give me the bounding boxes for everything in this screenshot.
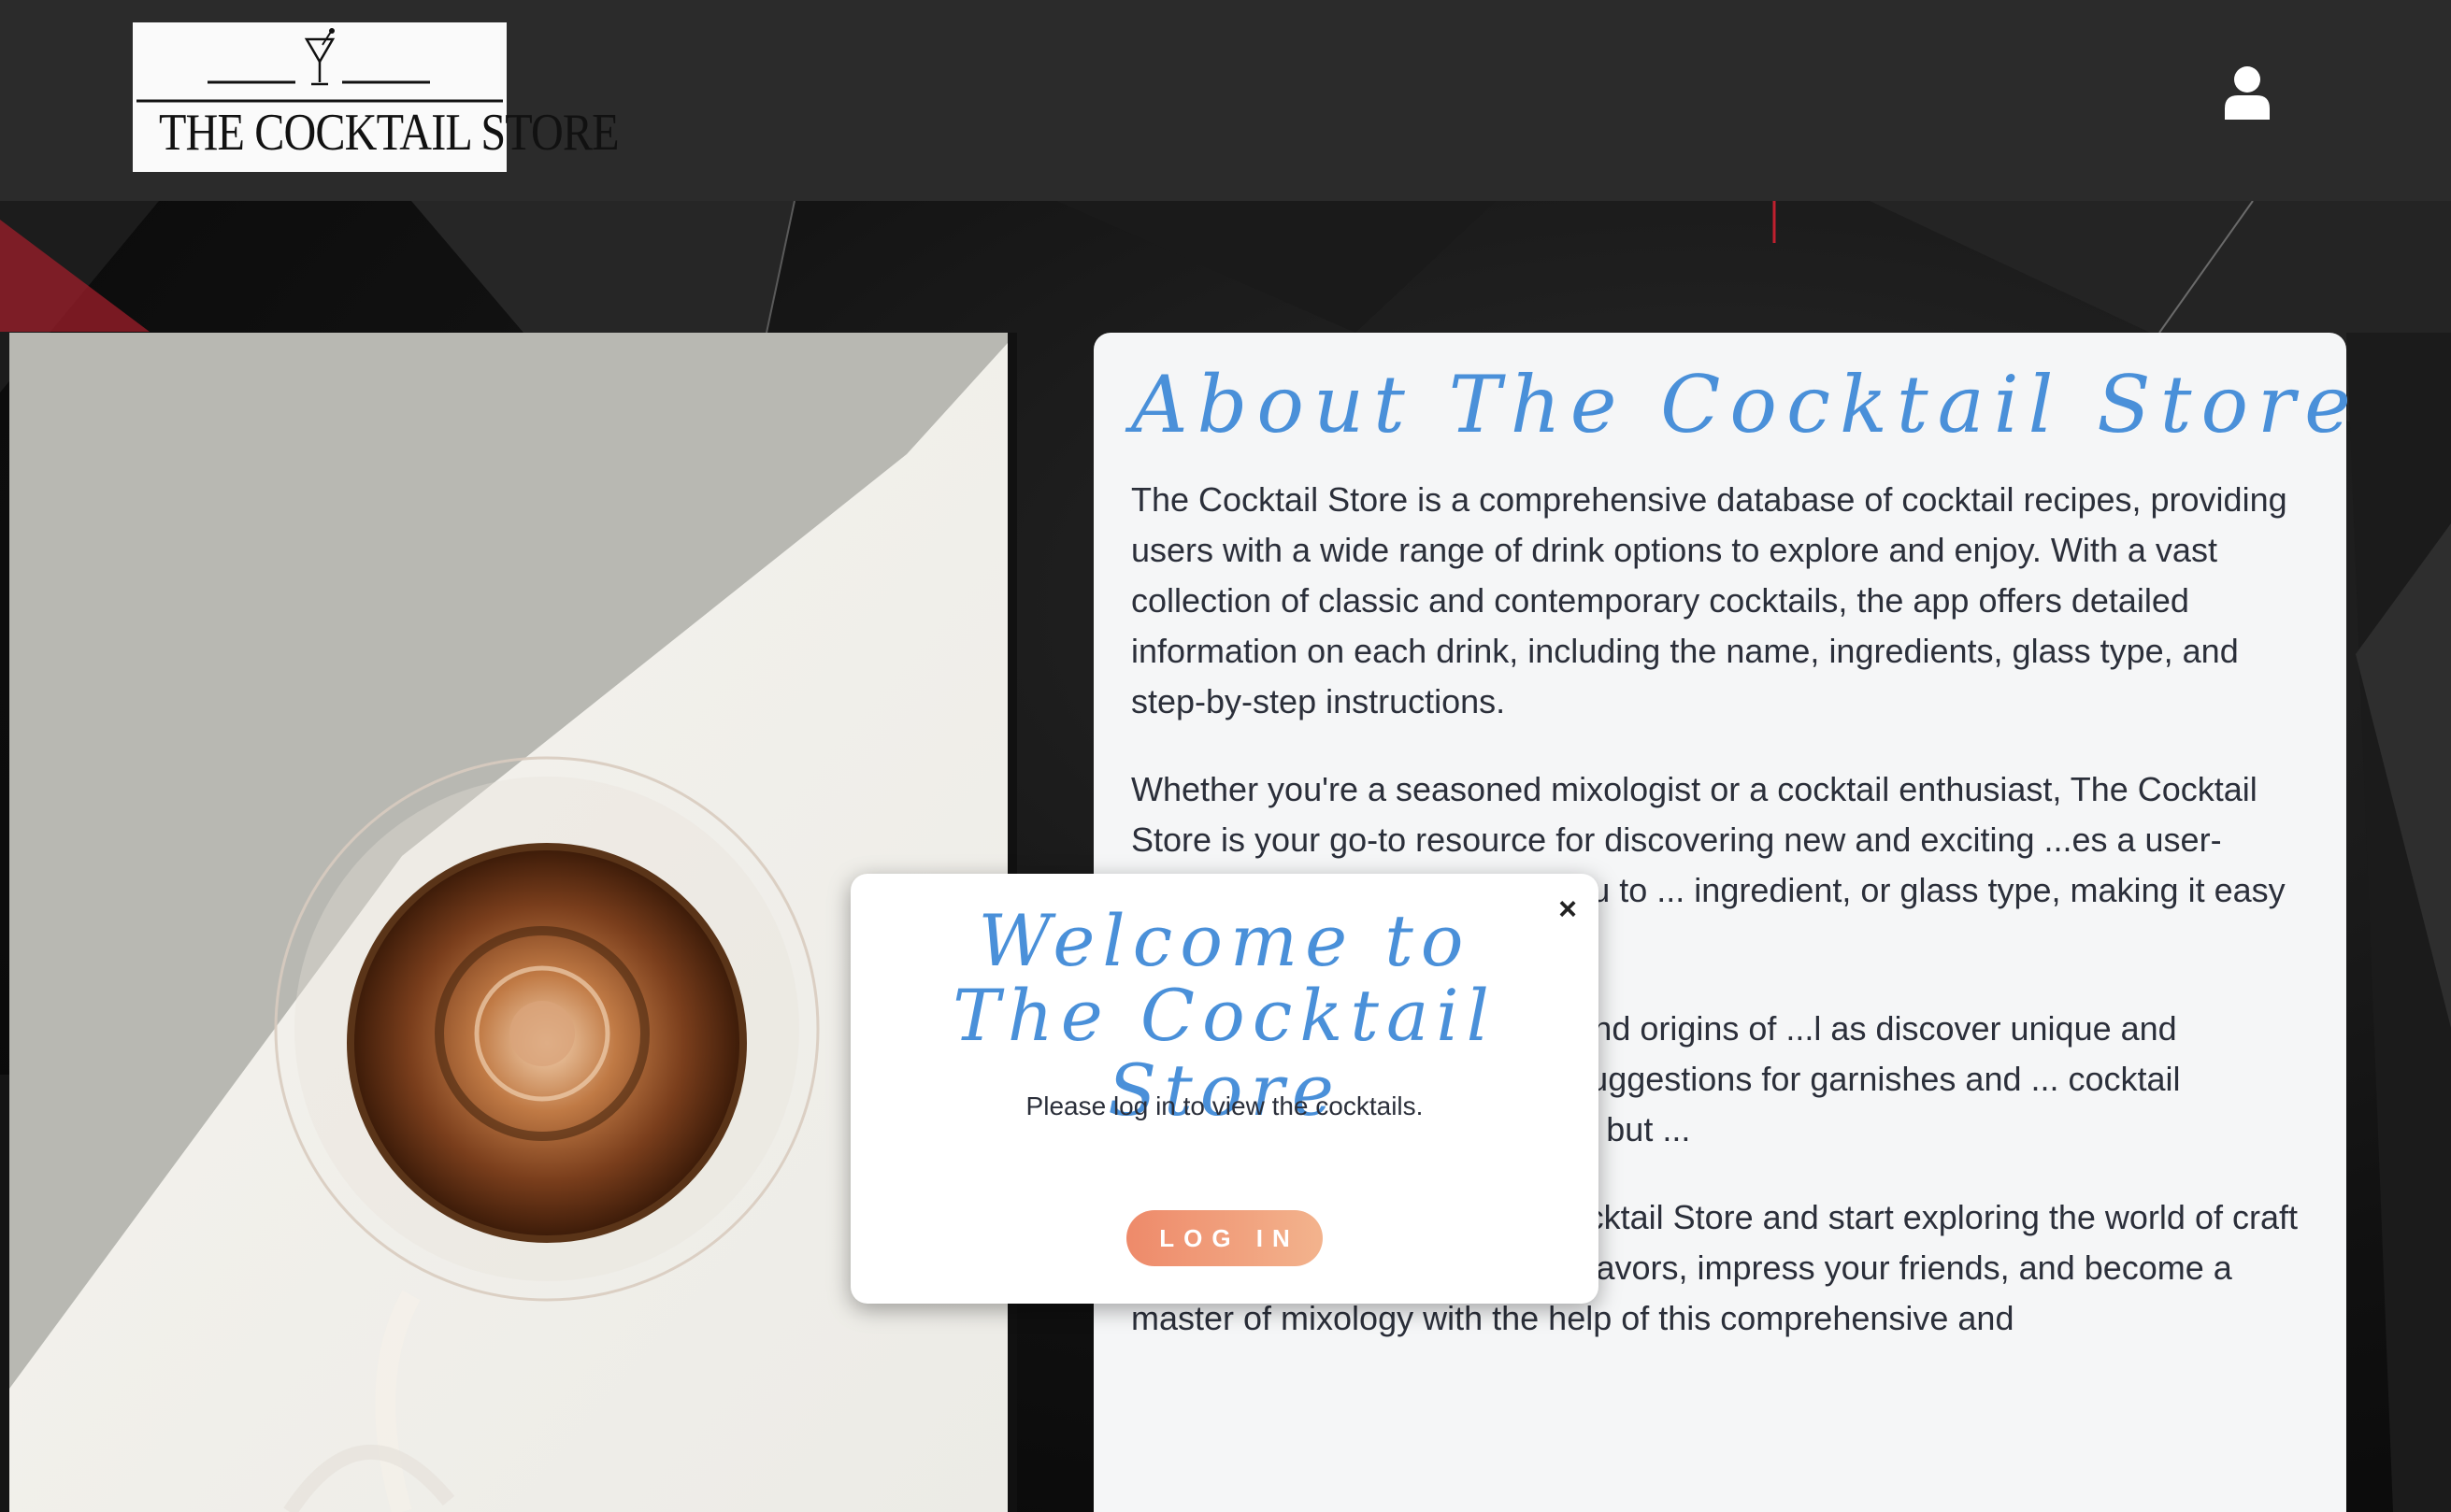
login-button[interactable]: LOG IN [1126,1210,1323,1266]
modal-message: Please log in to view the cocktails. [1025,1091,1424,1120]
welcome-modal: × Welcome to The Cocktail Store Please l… [851,874,1598,1304]
user-icon[interactable] [2223,65,2272,120]
logo[interactable]: THE COCKTAIL STORE [133,22,620,172]
about-paragraph-1: The Cocktail Store is a comprehensive da… [1131,480,2287,720]
about-title: About The Cocktail Store [1131,359,2360,450]
page: THE COCKTAIL STORE About The Cocktail St… [0,0,2451,1512]
top-navbar: THE COCKTAIL STORE [0,0,2451,201]
logo-text: THE COCKTAIL STORE [159,104,620,162]
cocktail-glass-icon [136,28,503,103]
